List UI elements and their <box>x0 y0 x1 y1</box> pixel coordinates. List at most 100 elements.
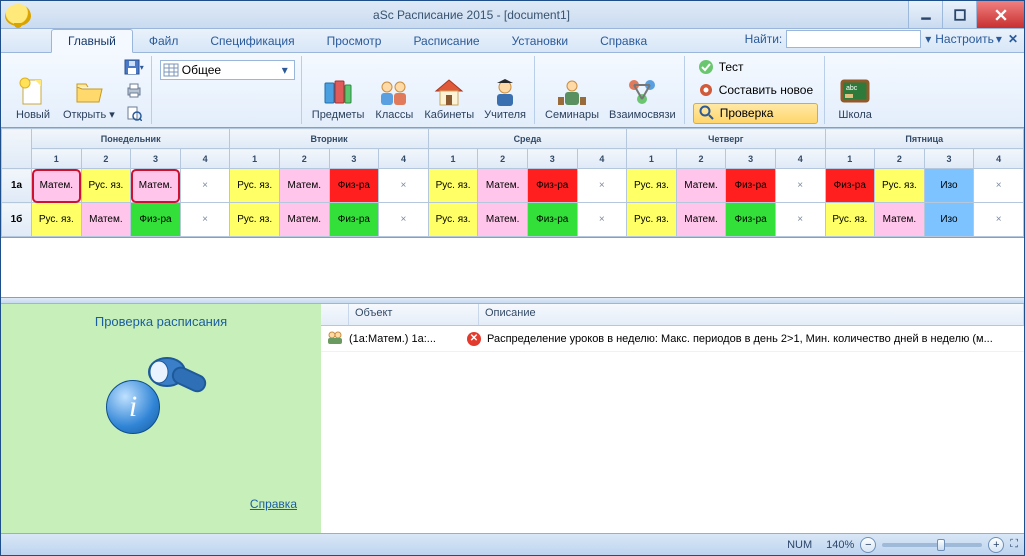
lesson-cell[interactable] <box>577 203 627 237</box>
lesson-cell[interactable]: Физ-ра <box>726 169 776 203</box>
zoom-slider[interactable] <box>882 543 982 547</box>
lesson-cell[interactable]: Матем. <box>478 169 528 203</box>
tab-просмотр[interactable]: Просмотр <box>311 29 398 52</box>
seminars-button[interactable]: Семинары <box>543 56 601 124</box>
lesson-cell[interactable] <box>974 169 1024 203</box>
zoom-in-button[interactable]: + <box>988 537 1004 553</box>
tab-расписание[interactable]: Расписание <box>397 29 495 52</box>
svg-text:abc: abc <box>846 85 858 92</box>
titlebar: aSc Расписание 2015 - [document1] <box>1 1 1024 29</box>
grid-icon <box>163 63 179 77</box>
relations-button[interactable]: Взаимосвязи <box>607 56 678 124</box>
print-preview-button[interactable] <box>123 103 145 123</box>
tab-установки[interactable]: Установки <box>496 29 584 52</box>
lesson-cell[interactable]: Физ-ра <box>329 169 379 203</box>
check-schedule-button[interactable]: Проверка <box>693 103 818 124</box>
panel-title: Проверка расписания <box>95 314 227 329</box>
find-input[interactable] <box>786 30 921 48</box>
lesson-cell[interactable]: Матем. <box>676 203 726 237</box>
lesson-cell[interactable] <box>180 203 230 237</box>
lesson-cell[interactable]: Рус. яз. <box>428 203 478 237</box>
row-header[interactable]: 1б <box>2 203 32 237</box>
col-icon[interactable] <box>321 304 349 325</box>
window-title: aSc Расписание 2015 - [document1] <box>35 8 908 22</box>
lesson-cell[interactable]: Матем. <box>279 203 329 237</box>
col-description[interactable]: Описание <box>479 304 1024 325</box>
lesson-cell[interactable]: Матем. <box>676 169 726 203</box>
tab-файл[interactable]: Файл <box>133 29 195 52</box>
compose-button[interactable]: Составить новое <box>693 80 818 101</box>
close-ribbon-icon[interactable]: ✕ <box>1008 32 1018 46</box>
lesson-cell[interactable]: Матем. <box>279 169 329 203</box>
house-icon <box>433 76 465 108</box>
find-dropdown-icon[interactable]: ▾ <box>925 32 931 46</box>
tab-справка[interactable]: Справка <box>584 29 663 52</box>
lesson-cell[interactable] <box>775 203 825 237</box>
group-icon <box>327 330 343 347</box>
close-button[interactable] <box>976 1 1024 28</box>
lesson-cell[interactable]: Физ-ра <box>527 169 577 203</box>
search-icon <box>699 105 715 121</box>
find-label: Найти: <box>745 32 783 46</box>
customize-button[interactable]: Настроить ▾ <box>935 32 1002 46</box>
lesson-cell[interactable]: Рус. яз. <box>428 169 478 203</box>
col-object[interactable]: Объект <box>349 304 479 325</box>
lesson-cell[interactable]: Матем. <box>131 169 181 203</box>
lesson-cell[interactable]: Рус. яз. <box>230 169 280 203</box>
new-button[interactable]: Новый <box>11 56 55 124</box>
lesson-cell[interactable]: Физ-ра <box>131 203 181 237</box>
teachers-button[interactable]: Учителя <box>482 56 528 124</box>
flashlight-icon: i <box>101 339 221 439</box>
open-button[interactable]: Открыть ▾ <box>61 56 117 124</box>
lesson-cell[interactable]: Рус. яз. <box>627 169 677 203</box>
gear-icon <box>698 82 714 98</box>
view-combo[interactable]: Общее ▾ <box>160 60 295 80</box>
lesson-cell[interactable] <box>775 169 825 203</box>
rooms-button[interactable]: Кабинеты <box>422 56 476 124</box>
lesson-cell[interactable]: Матем. <box>81 203 131 237</box>
help-link[interactable]: Справка <box>250 497 297 511</box>
row-header[interactable]: 1а <box>2 169 32 203</box>
lesson-cell[interactable]: Матем. <box>478 203 528 237</box>
print-button[interactable] <box>123 80 145 100</box>
error-object: (1а:Матем.) 1а:... <box>349 333 461 345</box>
lesson-cell[interactable] <box>379 169 429 203</box>
tab-главный[interactable]: Главный <box>51 29 133 53</box>
error-row[interactable]: (1а:Матем.) 1а:... ✕ Распределение уроко… <box>321 326 1024 352</box>
lesson-cell[interactable]: Матем. <box>875 203 925 237</box>
error-icon: ✕ <box>467 332 481 346</box>
lesson-cell[interactable] <box>974 203 1024 237</box>
lesson-cell[interactable] <box>379 203 429 237</box>
maximize-button[interactable] <box>942 1 976 28</box>
lesson-cell[interactable]: Изо <box>924 203 974 237</box>
teacher-icon <box>489 76 521 108</box>
tab-спецификация[interactable]: Спецификация <box>194 29 310 52</box>
ribbon: Новый Открыть ▾ ▾ Общее ▾ Предметы <box>1 53 1024 128</box>
lesson-cell[interactable]: Физ-ра <box>527 203 577 237</box>
school-button[interactable]: abc Школа <box>833 56 877 124</box>
grid-blank-area <box>1 238 1024 298</box>
lesson-cell[interactable]: Рус. яз. <box>627 203 677 237</box>
books-icon <box>322 76 354 108</box>
statusbar: NUM 140% − + ⛶ <box>1 533 1024 555</box>
lesson-cell[interactable]: Изо <box>924 169 974 203</box>
lesson-cell[interactable]: Матем. <box>32 169 82 203</box>
save-button[interactable]: ▾ <box>123 57 145 77</box>
minimize-button[interactable] <box>908 1 942 28</box>
lesson-cell[interactable]: Физ-ра <box>329 203 379 237</box>
lesson-cell[interactable]: Физ-ра <box>726 203 776 237</box>
lesson-cell[interactable] <box>180 169 230 203</box>
test-button[interactable]: Тест <box>693 57 818 78</box>
subjects-button[interactable]: Предметы <box>310 56 367 124</box>
lesson-cell[interactable]: Рус. яз. <box>230 203 280 237</box>
lesson-cell[interactable]: Физ-ра <box>825 169 875 203</box>
lesson-cell[interactable] <box>577 169 627 203</box>
lesson-cell[interactable]: Рус. яз. <box>81 169 131 203</box>
zoom-fit-button[interactable]: ⛶ <box>1010 538 1018 551</box>
lesson-cell[interactable]: Рус. яз. <box>825 203 875 237</box>
lesson-cell[interactable]: Рус. яз. <box>32 203 82 237</box>
info-icon: i <box>106 380 160 434</box>
classes-button[interactable]: Классы <box>372 56 416 124</box>
zoom-out-button[interactable]: − <box>860 537 876 553</box>
lesson-cell[interactable]: Рус. яз. <box>875 169 925 203</box>
